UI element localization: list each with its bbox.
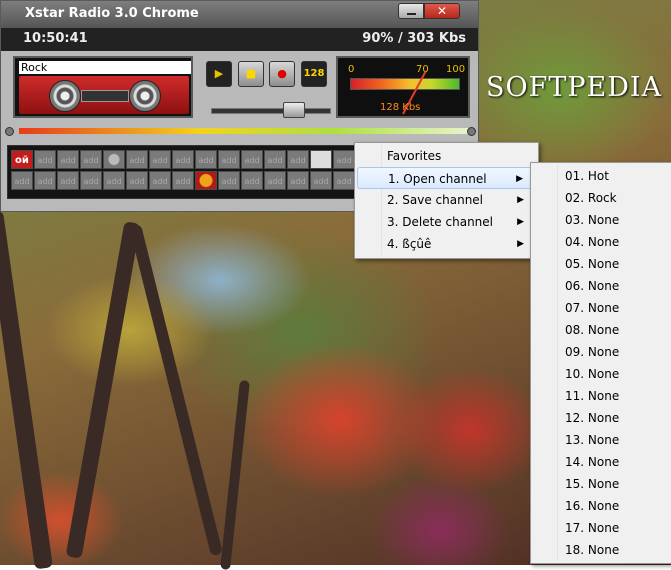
- channel-add-button[interactable]: add: [80, 171, 102, 190]
- cassette-graphic: [19, 76, 189, 114]
- title-bar[interactable]: Xstar Radio 3.0 Chrome ✕: [1, 1, 478, 28]
- screw-icon: [5, 127, 14, 136]
- submenu-channel-item[interactable]: 18. None: [533, 539, 667, 561]
- menu-header-favorites: Favorites: [357, 145, 534, 167]
- channel-button-rock[interactable]: οй: [11, 150, 33, 169]
- submenu-channel-item[interactable]: 15. None: [533, 473, 667, 495]
- station-name-display: Rock: [19, 61, 191, 74]
- stream-progress-bar[interactable]: [19, 128, 471, 134]
- submenu-arrow-icon: ▶: [516, 174, 523, 184]
- submenu-channel-item[interactable]: 13. None: [533, 429, 667, 451]
- clock-display: 10:50:41: [23, 31, 88, 46]
- channel-button-pen-icon[interactable]: [310, 150, 332, 169]
- tree-branch: [65, 221, 141, 559]
- channel-add-button[interactable]: add: [103, 171, 125, 190]
- channel-add-button[interactable]: add: [57, 150, 79, 169]
- menu-item-label: 2. Save channel: [387, 193, 484, 207]
- menu-item-label: 4. ßçûê: [387, 237, 432, 251]
- submenu-channel-item[interactable]: 03. None: [533, 209, 667, 231]
- channel-add-button[interactable]: add: [264, 150, 286, 169]
- cassette-window: [81, 90, 129, 102]
- screw-icon: [467, 127, 476, 136]
- window-title: Xstar Radio 3.0 Chrome: [25, 6, 199, 21]
- channel-add-button[interactable]: add: [195, 150, 217, 169]
- submenu-arrow-icon: ▶: [517, 239, 524, 249]
- tree-branch: [129, 223, 223, 557]
- channel-add-button[interactable]: add: [80, 150, 102, 169]
- info-bar: 10:50:41 90% / 303 Kbs: [1, 28, 478, 51]
- submenu-channel-item[interactable]: 05. None: [533, 253, 667, 275]
- submenu-channel-item[interactable]: 07. None: [533, 297, 667, 319]
- submenu-channel-item[interactable]: 08. None: [533, 319, 667, 341]
- submenu-channel-item[interactable]: 04. None: [533, 231, 667, 253]
- meter-tick-label: 100: [446, 64, 466, 75]
- submenu-channel-item[interactable]: 14. None: [533, 451, 667, 473]
- channel-add-button[interactable]: add: [172, 150, 194, 169]
- menu-item-4[interactable]: 4. ßçûê ▶: [357, 233, 534, 255]
- menu-item-open-channel[interactable]: 1. Open channel ▶: [357, 167, 534, 189]
- channel-add-button[interactable]: add: [333, 171, 355, 190]
- open-channel-submenu: 01. Hot 02. Rock 03. None 04. None 05. None 0…: [530, 162, 671, 564]
- menu-item-label: 1. Open channel: [388, 172, 487, 186]
- channel-add-button[interactable]: add: [34, 150, 56, 169]
- submenu-channel-item[interactable]: 09. None: [533, 341, 667, 363]
- menu-item-delete-channel[interactable]: 3. Delete channel ▶: [357, 211, 534, 233]
- softpedia-logo: SOFTPEDIA: [486, 72, 663, 103]
- channel-add-button[interactable]: add: [126, 171, 148, 190]
- bitrate-readout: 128 Kbs: [380, 102, 421, 113]
- minimize-button[interactable]: [398, 3, 424, 19]
- volume-slider-handle[interactable]: [283, 102, 305, 118]
- channel-add-button[interactable]: add: [172, 171, 194, 190]
- reel-icon: [129, 80, 161, 112]
- menu-item-label: 3. Delete channel: [387, 215, 493, 229]
- menu-item-save-channel[interactable]: 2. Save channel ▶: [357, 189, 534, 211]
- submenu-channel-item[interactable]: 06. None: [533, 275, 667, 297]
- play-button[interactable]: ▶: [206, 61, 232, 87]
- channel-button-sun-icon[interactable]: [195, 171, 217, 190]
- submenu-channel-item[interactable]: 12. None: [533, 407, 667, 429]
- submenu-channel-item[interactable]: 16. None: [533, 495, 667, 517]
- channel-button-gear-icon[interactable]: [103, 150, 125, 169]
- bitrate-button[interactable]: 128: [301, 61, 327, 87]
- submenu-channel-item[interactable]: 01. Hot: [533, 165, 667, 187]
- channel-add-button[interactable]: add: [310, 171, 332, 190]
- submenu-arrow-icon: ▶: [517, 195, 524, 205]
- channel-add-button[interactable]: add: [333, 150, 355, 169]
- channel-add-button[interactable]: add: [57, 171, 79, 190]
- menu-header-label: Favorites: [387, 149, 442, 163]
- reel-icon: [49, 80, 81, 112]
- channel-add-button[interactable]: add: [241, 150, 263, 169]
- buffer-status: 90% / 303 Kbs: [362, 31, 466, 46]
- record-button[interactable]: ●: [269, 61, 295, 87]
- channel-add-button[interactable]: add: [149, 171, 171, 190]
- channel-add-button[interactable]: add: [218, 171, 240, 190]
- station-deck: Rock: [13, 56, 193, 118]
- volume-slider-track[interactable]: [211, 108, 331, 114]
- tree-branch: [0, 210, 53, 570]
- meter-tick-label: 0: [348, 64, 355, 75]
- submenu-arrow-icon: ▶: [517, 217, 524, 227]
- submenu-channel-item[interactable]: 10. None: [533, 363, 667, 385]
- meter-scale-bar: [350, 78, 460, 90]
- close-button[interactable]: ✕: [424, 3, 460, 19]
- submenu-channel-item[interactable]: 02. Rock: [533, 187, 667, 209]
- channel-add-button[interactable]: add: [149, 150, 171, 169]
- channel-add-button[interactable]: add: [218, 150, 240, 169]
- submenu-channel-item[interactable]: 11. None: [533, 385, 667, 407]
- channel-add-button[interactable]: add: [34, 171, 56, 190]
- channel-add-button[interactable]: add: [11, 171, 33, 190]
- channel-add-button[interactable]: add: [241, 171, 263, 190]
- stop-button[interactable]: ■: [238, 61, 264, 87]
- channel-add-button[interactable]: add: [264, 171, 286, 190]
- submenu-channel-item[interactable]: 17. None: [533, 517, 667, 539]
- signal-meter: 0 70 100 128 Kbs: [336, 56, 470, 118]
- channel-add-button[interactable]: add: [126, 150, 148, 169]
- channel-add-button[interactable]: add: [287, 171, 309, 190]
- favorites-context-menu: Favorites 1. Open channel ▶ 2. Save chan…: [354, 142, 539, 259]
- channel-add-button[interactable]: add: [287, 150, 309, 169]
- tree-branch: [220, 379, 250, 570]
